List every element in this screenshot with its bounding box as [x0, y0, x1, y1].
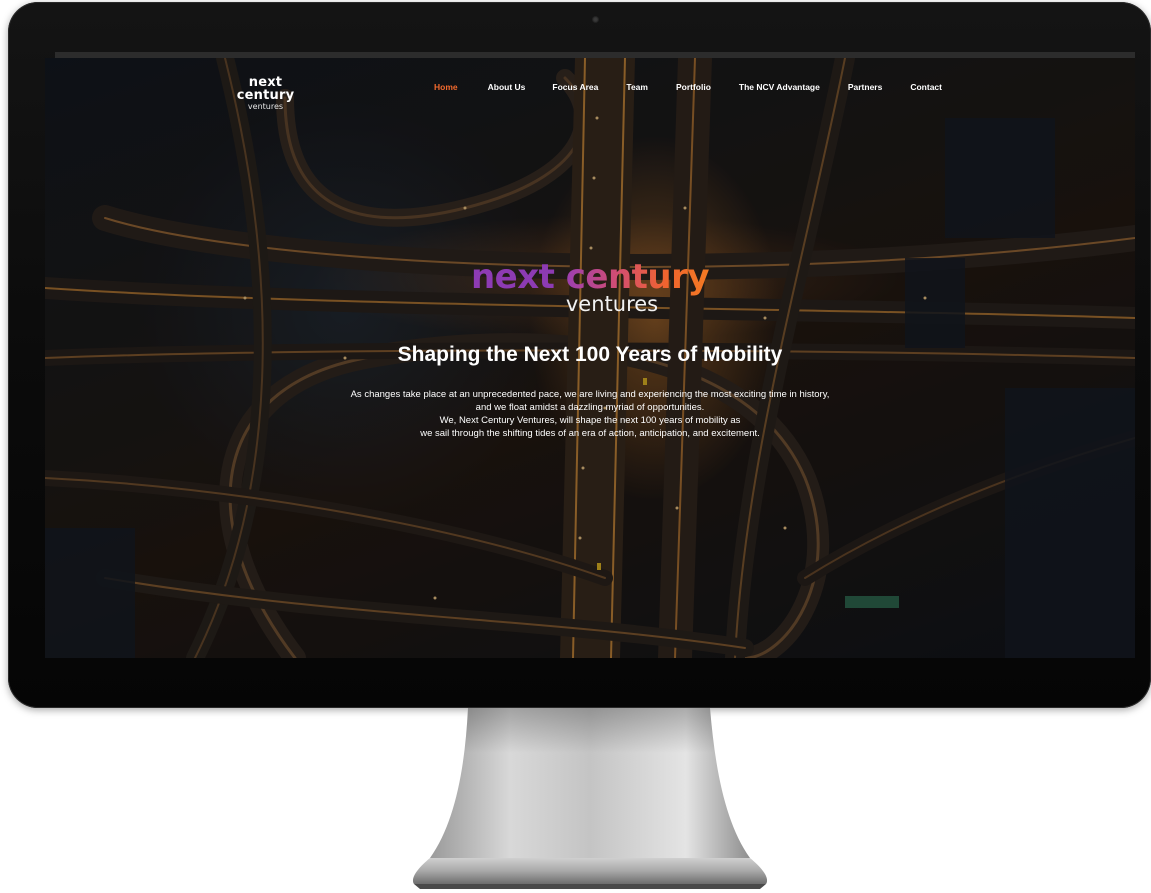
hero-logo-word-century: century: [565, 257, 710, 297]
hero-logo: next century ventures: [45, 260, 1135, 315]
hero-paragraph: As changes take place at an unprecedente…: [45, 388, 1135, 440]
nav-item-contact[interactable]: Contact: [910, 82, 942, 92]
nav-item-about-us[interactable]: About Us: [488, 82, 526, 92]
nav-item-focus-area[interactable]: Focus Area: [552, 82, 598, 92]
hero-paragraph-line: we sail through the shifting tides of an…: [420, 428, 760, 439]
logo-line-1: next century: [236, 75, 295, 103]
nav-menu: Home About Us Focus Area Team Portfolio …: [434, 82, 942, 92]
hero-logo-word-next: next: [470, 257, 555, 297]
top-navigation: next century ventures Home About Us Focu…: [45, 76, 1135, 111]
hero-logo-subtitle: ventures: [565, 292, 659, 316]
monitor-stand: [412, 708, 768, 889]
nav-item-partners[interactable]: Partners: [848, 82, 883, 92]
header-logo[interactable]: next century ventures: [218, 76, 313, 111]
hero-paragraph-line: As changes take place at an unprecedente…: [350, 389, 830, 400]
nav-item-home[interactable]: Home: [434, 82, 458, 92]
logo-line-2: ventures: [247, 102, 284, 111]
website-screen: next century ventures Home About Us Focu…: [45, 58, 1135, 658]
hero-paragraph-line: We, Next Century Ventures, will shape th…: [439, 415, 741, 426]
mockup-stage: next century ventures Home About Us Focu…: [0, 0, 1151, 893]
hero-headline: Shaping the Next 100 Years of Mobility: [397, 343, 783, 366]
nav-item-team[interactable]: Team: [626, 82, 648, 92]
hero-paragraph-line: and we float amidst a dazzling myriad of…: [475, 402, 705, 413]
nav-item-portfolio[interactable]: Portfolio: [676, 82, 711, 92]
hero-logo-wordmark: next century: [45, 260, 1135, 294]
camera-icon: [592, 16, 599, 23]
nav-item-ncv-advantage[interactable]: The NCV Advantage: [739, 82, 820, 92]
